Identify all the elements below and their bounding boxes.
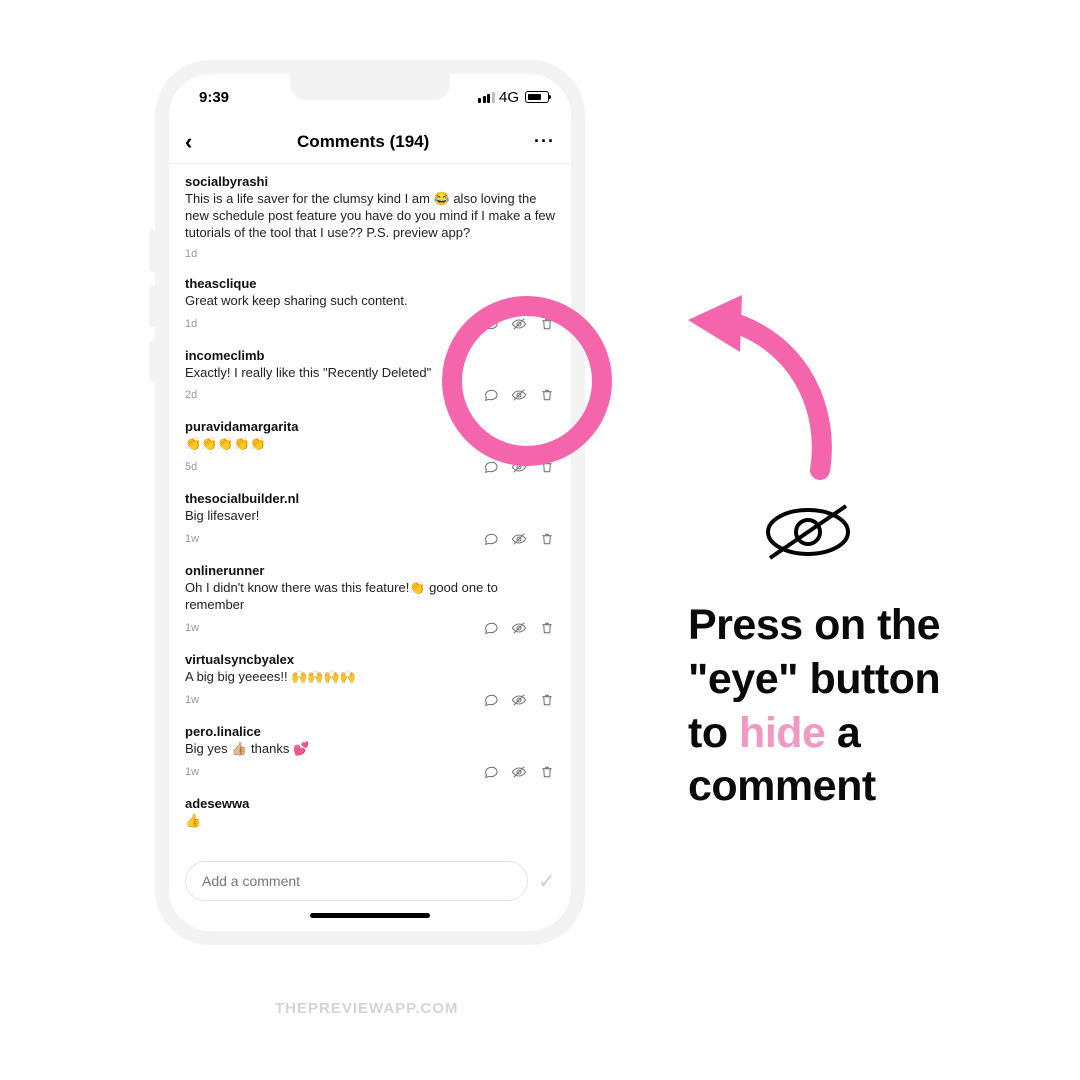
- hide-eye-icon[interactable]: [511, 387, 527, 403]
- phone-frame: 9:39 4G ‹ Comments (194) ··· socialbyras…: [155, 60, 585, 945]
- home-indicator[interactable]: [169, 909, 571, 931]
- comment-text: 👍: [185, 813, 555, 830]
- hide-eye-icon[interactable]: [511, 459, 527, 475]
- signal-icon: [478, 92, 495, 103]
- status-time: 9:39: [199, 89, 229, 106]
- delete-icon[interactable]: [539, 387, 555, 403]
- delete-icon[interactable]: [539, 692, 555, 708]
- comment-item[interactable]: virtualsyncbyalex A big big yeeees!! 🙌🙌🙌…: [185, 642, 555, 714]
- hide-eye-icon[interactable]: [511, 620, 527, 636]
- watermark: THEPREVIEWAPP.COM: [275, 1000, 458, 1017]
- comment-actions: [483, 459, 555, 475]
- reply-icon[interactable]: [483, 620, 499, 636]
- comment-timestamp: 1d: [185, 248, 197, 260]
- hide-eye-icon[interactable]: [511, 531, 527, 547]
- comment-timestamp: 1w: [185, 622, 199, 634]
- delete-icon[interactable]: [539, 316, 555, 332]
- delete-icon[interactable]: [539, 764, 555, 780]
- comment-text: This is a life saver for the clumsy kind…: [185, 191, 555, 242]
- comment-timestamp: 1w: [185, 694, 199, 706]
- comment-item[interactable]: incomeclimb Exactly! I really like this …: [185, 338, 555, 410]
- comment-composer: Add a comment ✓: [169, 851, 571, 909]
- comment-timestamp: 2d: [185, 389, 197, 401]
- network-label: 4G: [499, 89, 519, 106]
- callout-block: Press on the "eye" button to hide a comm…: [688, 500, 1038, 814]
- comment-item[interactable]: socialbyrashi This is a life saver for t…: [185, 164, 555, 266]
- reply-icon[interactable]: [483, 459, 499, 475]
- comment-timestamp: 1d: [185, 318, 197, 330]
- eye-slash-icon-large: [758, 500, 858, 564]
- comment-username[interactable]: socialbyrashi: [185, 174, 555, 189]
- reply-icon[interactable]: [483, 316, 499, 332]
- comment-text: Oh I didn't know there was this feature!…: [185, 580, 555, 614]
- comment-item[interactable]: adesewwa 👍: [185, 786, 555, 842]
- delete-icon[interactable]: [539, 620, 555, 636]
- comment-item[interactable]: theasclique Great work keep sharing such…: [185, 266, 555, 338]
- delete-icon[interactable]: [539, 459, 555, 475]
- comment-username[interactable]: incomeclimb: [185, 348, 555, 363]
- comment-username[interactable]: pero.linalice: [185, 724, 555, 739]
- reply-icon[interactable]: [483, 764, 499, 780]
- comment-actions: [483, 692, 555, 708]
- comment-text: 👏👏👏👏👏: [185, 436, 555, 453]
- comment-username[interactable]: virtualsyncbyalex: [185, 652, 555, 667]
- hide-eye-icon[interactable]: [511, 764, 527, 780]
- battery-icon: [525, 91, 549, 103]
- comment-item[interactable]: puravidamargarita 👏👏👏👏👏 5d: [185, 409, 555, 481]
- hide-eye-icon[interactable]: [511, 316, 527, 332]
- comment-username[interactable]: puravidamargarita: [185, 419, 555, 434]
- comment-input[interactable]: Add a comment: [185, 861, 528, 901]
- comment-text: Exactly! I really like this "Recently De…: [185, 365, 555, 382]
- reply-icon[interactable]: [483, 531, 499, 547]
- delete-icon[interactable]: [539, 531, 555, 547]
- reply-icon[interactable]: [483, 387, 499, 403]
- comment-username[interactable]: thesocialbuilder.nl: [185, 491, 555, 506]
- comment-text: A big big yeeees!! 🙌🙌🙌🙌: [185, 669, 555, 686]
- comment-timestamp: 5d: [185, 461, 197, 473]
- comment-text: Great work keep sharing such content.: [185, 293, 555, 310]
- comment-timestamp: 1w: [185, 766, 199, 778]
- comment-actions: [483, 531, 555, 547]
- post-comment-button[interactable]: ✓: [538, 869, 555, 894]
- comment-actions: [483, 764, 555, 780]
- comment-username[interactable]: theasclique: [185, 276, 555, 291]
- reply-icon[interactable]: [483, 692, 499, 708]
- callout-text: Press on the "eye" button to hide a comm…: [688, 599, 1038, 814]
- comment-item[interactable]: onlinerunner Oh I didn't know there was …: [185, 553, 555, 642]
- comment-username[interactable]: adesewwa: [185, 796, 555, 811]
- back-button[interactable]: ‹: [185, 129, 192, 155]
- comment-actions: [483, 620, 555, 636]
- callout-arrow: [670, 280, 850, 480]
- comment-item[interactable]: thesocialbuilder.nl Big lifesaver! 1w: [185, 481, 555, 553]
- comment-text: Big yes 👍🏼 thanks 💕: [185, 741, 555, 758]
- comment-item[interactable]: pero.linalice Big yes 👍🏼 thanks 💕 1w: [185, 714, 555, 786]
- comment-timestamp: 1w: [185, 533, 199, 545]
- hide-eye-icon[interactable]: [511, 692, 527, 708]
- more-button[interactable]: ···: [534, 131, 555, 152]
- comments-list[interactable]: socialbyrashi This is a life saver for t…: [169, 164, 571, 851]
- comment-text: Big lifesaver!: [185, 508, 555, 525]
- comment-actions: [483, 316, 555, 332]
- nav-bar: ‹ Comments (194) ···: [169, 120, 571, 164]
- comment-actions: [483, 387, 555, 403]
- phone-screen: 9:39 4G ‹ Comments (194) ··· socialbyras…: [169, 74, 571, 931]
- phone-notch: [290, 74, 450, 100]
- comment-username[interactable]: onlinerunner: [185, 563, 555, 578]
- page-title: Comments (194): [297, 132, 429, 152]
